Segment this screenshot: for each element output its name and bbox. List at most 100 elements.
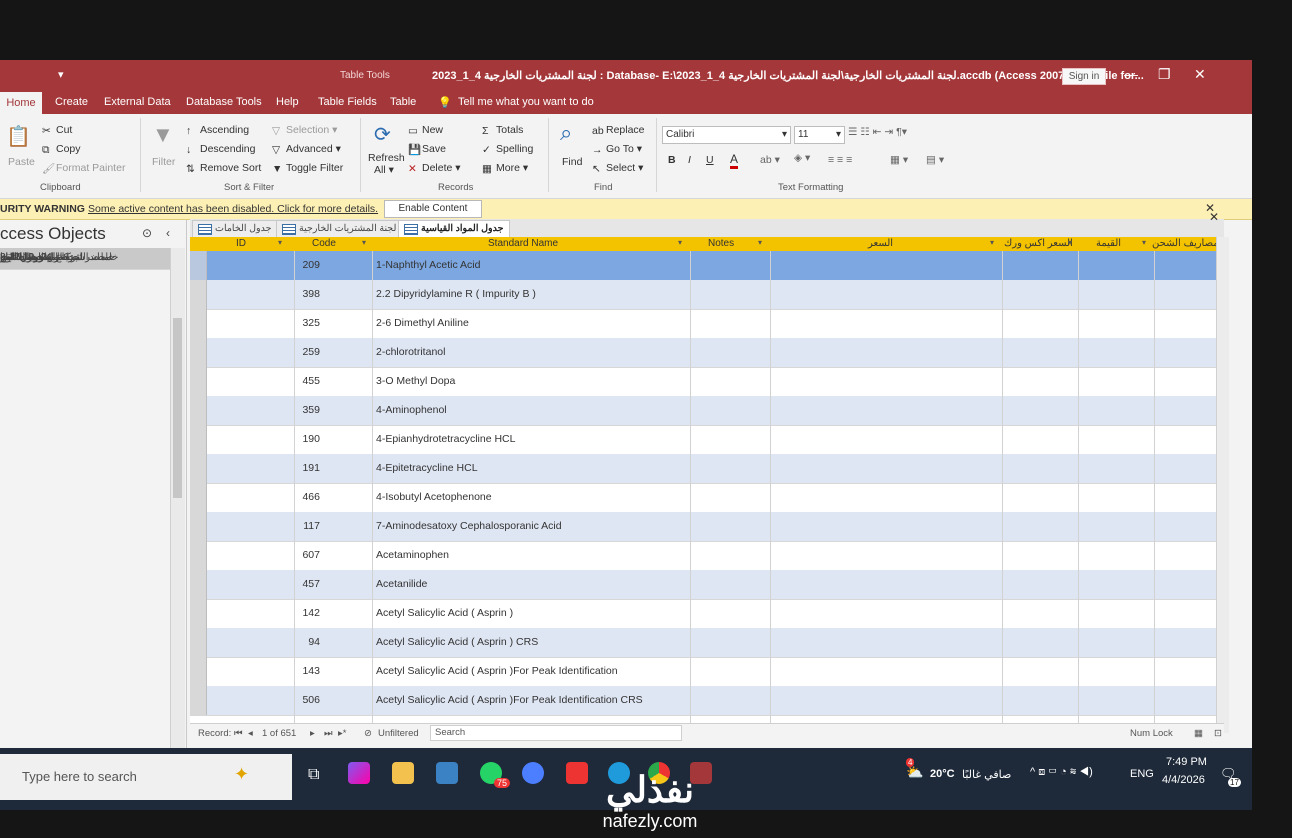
- cell-standard-name[interactable]: 3-O Methyl Dopa: [376, 375, 455, 387]
- enable-content-button[interactable]: Enable Content: [384, 200, 482, 218]
- table-row[interactable]: 398 2.2 Dipyridylamine R ( Impurity B ): [190, 280, 1216, 310]
- tab-table-fields[interactable]: Table Fields: [318, 96, 377, 108]
- close-document-icon[interactable]: ✕: [1209, 210, 1219, 224]
- task-view-icon[interactable]: ⧉: [308, 766, 319, 784]
- align-buttons[interactable]: ≡ ≡ ≡: [828, 154, 852, 166]
- table-row[interactable]: 143 Acetyl Salicylic Acid ( Asprin )For P…: [190, 657, 1216, 687]
- table-row[interactable]: 117 7-Aminodesatoxy Cephalosporanic Acid: [190, 512, 1216, 542]
- selection-button[interactable]: ▽ Selection ▾: [272, 124, 337, 137]
- paste-button[interactable]: Paste: [8, 156, 35, 168]
- filter-status[interactable]: Unfiltered: [378, 728, 419, 739]
- tab-database-tools[interactable]: Database Tools: [186, 96, 262, 108]
- doc-tab-materials[interactable]: جدول الخامات: [192, 220, 279, 238]
- alternate-row-color-icon[interactable]: ▤ ▾: [926, 154, 944, 166]
- store-icon[interactable]: [436, 762, 458, 784]
- chevron-down-icon[interactable]: ▾: [758, 238, 762, 247]
- table-row[interactable]: 466 4-Isobutyl Acetophenone: [190, 483, 1216, 513]
- taskbar-search-box[interactable]: Type here to search ✦: [0, 754, 292, 800]
- minimize-button[interactable]: —: [1124, 66, 1138, 82]
- cell-id[interactable]: 325: [220, 317, 320, 329]
- format-painter-button[interactable]: 🖌Format Painter: [42, 162, 125, 175]
- first-record-icon[interactable]: ⏮: [234, 728, 243, 739]
- cell-standard-name[interactable]: 4-Epitetracycline HCL: [376, 462, 478, 474]
- advanced-button[interactable]: ▽ Advanced ▾: [272, 143, 341, 156]
- row-selector[interactable]: [190, 628, 207, 657]
- cell-id[interactable]: 359: [220, 404, 320, 416]
- descending-button[interactable]: ↓ Descending: [186, 143, 255, 156]
- cell-standard-name[interactable]: 1-Naphthyl Acetic Acid: [376, 259, 480, 271]
- cell-id[interactable]: 259: [220, 346, 320, 358]
- cell-standard-name[interactable]: Acetyl Salicylic Acid ( Asprin )For Peak…: [376, 665, 618, 677]
- tab-create[interactable]: Create: [55, 96, 88, 108]
- column-header-ex-works-price[interactable]: السعر اكس ورك: [1004, 238, 1073, 249]
- nav-scrollbar[interactable]: [170, 248, 185, 748]
- row-selector[interactable]: [190, 541, 207, 570]
- cell-standard-name[interactable]: 4-Isobutyl Acetophenone: [376, 491, 492, 503]
- nav-scroll-thumb[interactable]: [173, 318, 182, 498]
- find-button[interactable]: Find: [562, 156, 582, 168]
- weather-text[interactable]: صافي غالبًا: [962, 768, 1011, 781]
- restore-button[interactable]: ❐: [1158, 66, 1171, 83]
- doc-tab-standards[interactable]: جدول المواد القياسية: [398, 220, 511, 238]
- delete-record-button[interactable]: ✕ Delete ▾: [408, 162, 461, 175]
- table-row[interactable]: 607 Acetaminophen: [190, 541, 1216, 571]
- cell-standard-name[interactable]: Acetyl Salicylic Acid ( Asprin ): [376, 607, 513, 619]
- fill-color-icon[interactable]: ◈ ▾: [794, 152, 810, 164]
- row-selector[interactable]: [190, 309, 207, 338]
- row-selector[interactable]: [190, 570, 207, 599]
- refresh-all-button[interactable]: Refresh: [368, 152, 405, 164]
- cell-standard-name[interactable]: 2-chlorotritanol: [376, 346, 445, 358]
- clock-time[interactable]: 7:49 PM: [1166, 756, 1207, 768]
- chevron-down-icon[interactable]: ▾: [1068, 238, 1072, 247]
- font-color-button[interactable]: A: [730, 152, 739, 169]
- cell-standard-name[interactable]: Acetaminophen: [376, 549, 449, 561]
- chevron-down-icon[interactable]: ▾: [362, 238, 366, 247]
- cell-standard-name[interactable]: 4-Epianhydrotetracycline HCL: [376, 433, 515, 445]
- design-view-icon[interactable]: ⊡: [1214, 728, 1222, 739]
- sign-in-button[interactable]: Sign in: [1062, 68, 1106, 85]
- tab-table[interactable]: Table: [390, 96, 416, 108]
- row-selector[interactable]: [190, 454, 207, 483]
- row-selector[interactable]: [190, 657, 207, 686]
- column-header-shipping[interactable]: مصاريف الشحن: [1152, 238, 1216, 249]
- cell-standard-name[interactable]: Acetyl Salicylic Acid ( Asprin )For Peak…: [376, 694, 643, 706]
- spelling-button[interactable]: ✓ Spelling: [482, 143, 533, 156]
- font-size-select[interactable]: 11 ▾: [794, 126, 845, 144]
- cell-id[interactable]: 457: [220, 578, 320, 590]
- cell-id[interactable]: 607: [220, 549, 320, 561]
- chevron-down-icon[interactable]: ▾: [1142, 238, 1146, 247]
- table-row[interactable]: 209 1-Naphthyl Acetic Acid: [190, 251, 1216, 281]
- cut-button[interactable]: ✂ Cut: [42, 124, 72, 137]
- row-selector[interactable]: [190, 396, 207, 425]
- go-to-button[interactable]: → Go To ▾: [592, 143, 642, 156]
- gridlines-icon[interactable]: ▦ ▾: [890, 154, 908, 166]
- cell-id[interactable]: 142: [220, 607, 320, 619]
- record-search-input[interactable]: Search: [430, 725, 682, 741]
- table-row[interactable]: 190 4-Epianhydrotetracycline HCL: [190, 425, 1216, 455]
- tab-external-data[interactable]: External Data: [104, 96, 171, 108]
- weather-temp[interactable]: 20°C: [930, 768, 955, 780]
- datasheet-view-icon[interactable]: ▦: [1194, 728, 1203, 739]
- doc-tab-purchases[interactable]: لجنة المشتريات الخارجية: [276, 220, 404, 238]
- table-row[interactable]: 94 Acetyl Salicylic Acid ( Asprin ) CRS: [190, 628, 1216, 658]
- more-button[interactable]: ▦ More ▾: [482, 162, 528, 175]
- row-selector[interactable]: [190, 686, 207, 715]
- copy-button[interactable]: ⧉ Copy: [42, 143, 81, 156]
- tab-help[interactable]: Help: [276, 96, 299, 108]
- column-header-code[interactable]: Code: [312, 238, 336, 249]
- chevron-down-icon[interactable]: ▾: [678, 238, 682, 247]
- chevron-down-icon[interactable]: ▾: [278, 238, 282, 247]
- cell-id[interactable]: 117: [220, 520, 320, 532]
- nav-object-item[interactable]: محضر اجتماع _1 _9_10_8: [0, 248, 170, 270]
- datasheet-vertical-scrollbar[interactable]: [1216, 237, 1229, 733]
- table-row[interactable]: 259 2-chlorotritanol: [190, 338, 1216, 368]
- cell-standard-name[interactable]: 2-6 Dimethyl Aniline: [376, 317, 469, 329]
- cell-standard-name[interactable]: 2.2 Dipyridylamine R ( Impurity B ): [376, 288, 536, 300]
- last-record-icon[interactable]: ⏭: [324, 728, 333, 739]
- italic-button[interactable]: I: [688, 154, 691, 166]
- remove-sort-button[interactable]: ⇅ Remove Sort: [186, 162, 261, 175]
- ascending-button[interactable]: ↑ Ascending: [186, 124, 249, 137]
- clock-date[interactable]: 4/4/2026: [1162, 774, 1205, 786]
- bold-button[interactable]: B: [668, 154, 676, 166]
- next-record-icon[interactable]: ▸: [310, 728, 315, 739]
